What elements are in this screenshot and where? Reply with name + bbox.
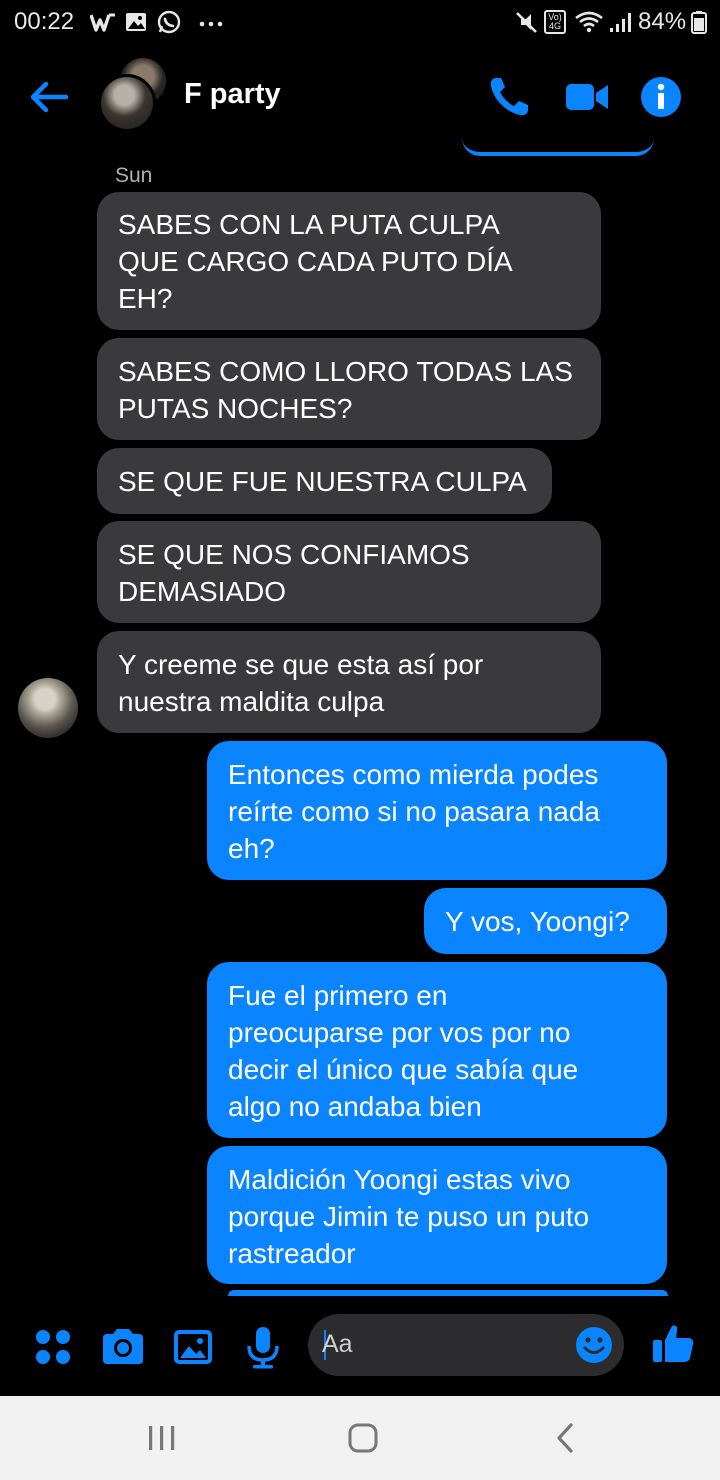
message-outgoing[interactable]: Entonces como mierda podes reírte como s… [207, 741, 667, 880]
battery-percent: 84% [638, 8, 687, 35]
wifi-icon [575, 11, 603, 33]
phone-icon[interactable] [486, 74, 532, 120]
camera-icon[interactable] [100, 1324, 146, 1370]
thumbs-up-icon[interactable] [650, 1320, 696, 1366]
gallery-icon [126, 13, 146, 31]
previous-message-edge [462, 138, 654, 156]
chat-title[interactable]: F party [184, 78, 281, 111]
battery-icon [691, 11, 707, 34]
back-arrow-icon[interactable] [26, 74, 72, 120]
message-incoming[interactable]: Y creeme se que esta así por nuestra mal… [97, 631, 601, 733]
date-separator: Sun [115, 164, 153, 187]
message-outgoing[interactable]: Y vos, Yoongi? [424, 888, 667, 954]
message-incoming[interactable]: SABES CON LA PUTA CULPA QUE CARGO CADA P… [97, 192, 601, 330]
info-icon[interactable] [638, 74, 684, 120]
signal-icon [610, 13, 631, 32]
whatsapp-icon [157, 10, 181, 34]
message-input[interactable]: Aa [308, 1314, 624, 1376]
status-bar: 00:22 Vo) 4G 84% [0, 0, 720, 44]
microphone-icon[interactable] [240, 1324, 286, 1370]
w-app-icon [90, 13, 115, 32]
message-incoming[interactable]: SABES COMO LLORO TODAS LAS PUTAS NOCHES? [97, 338, 601, 440]
mute-icon [516, 12, 537, 33]
more-dots-icon [199, 21, 223, 27]
video-icon[interactable] [564, 74, 610, 120]
more-apps-icon[interactable] [30, 1324, 76, 1370]
recent-apps-icon[interactable] [140, 1416, 184, 1460]
back-icon[interactable] [544, 1416, 588, 1460]
message-input-placeholder: Aa [322, 1330, 353, 1358]
message-composer: Aa [0, 1300, 720, 1394]
next-message-edge [228, 1290, 668, 1296]
volte-icon: Vo) 4G [544, 10, 566, 34]
volte-label: Vo) 4G [548, 12, 562, 31]
message-outgoing[interactable]: Fue el primero en preocuparse por vos po… [207, 962, 667, 1138]
chat-header: F party [0, 44, 720, 152]
image-icon[interactable] [170, 1324, 216, 1370]
status-time: 00:22 [14, 8, 75, 35]
home-icon[interactable] [341, 1416, 385, 1460]
message-incoming[interactable]: SE QUE NOS CONFIAMOS DEMASIADO [97, 521, 601, 623]
message-outgoing[interactable]: Maldición Yoongi estas vivo porque Jimin… [207, 1146, 667, 1284]
sender-avatar[interactable] [18, 678, 78, 738]
group-avatar[interactable] [98, 58, 170, 132]
emoji-icon[interactable] [574, 1325, 614, 1365]
member-avatar [98, 74, 156, 132]
message-incoming[interactable]: SE QUE FUE NUESTRA CULPA [97, 448, 552, 514]
android-nav-bar [0, 1396, 720, 1480]
